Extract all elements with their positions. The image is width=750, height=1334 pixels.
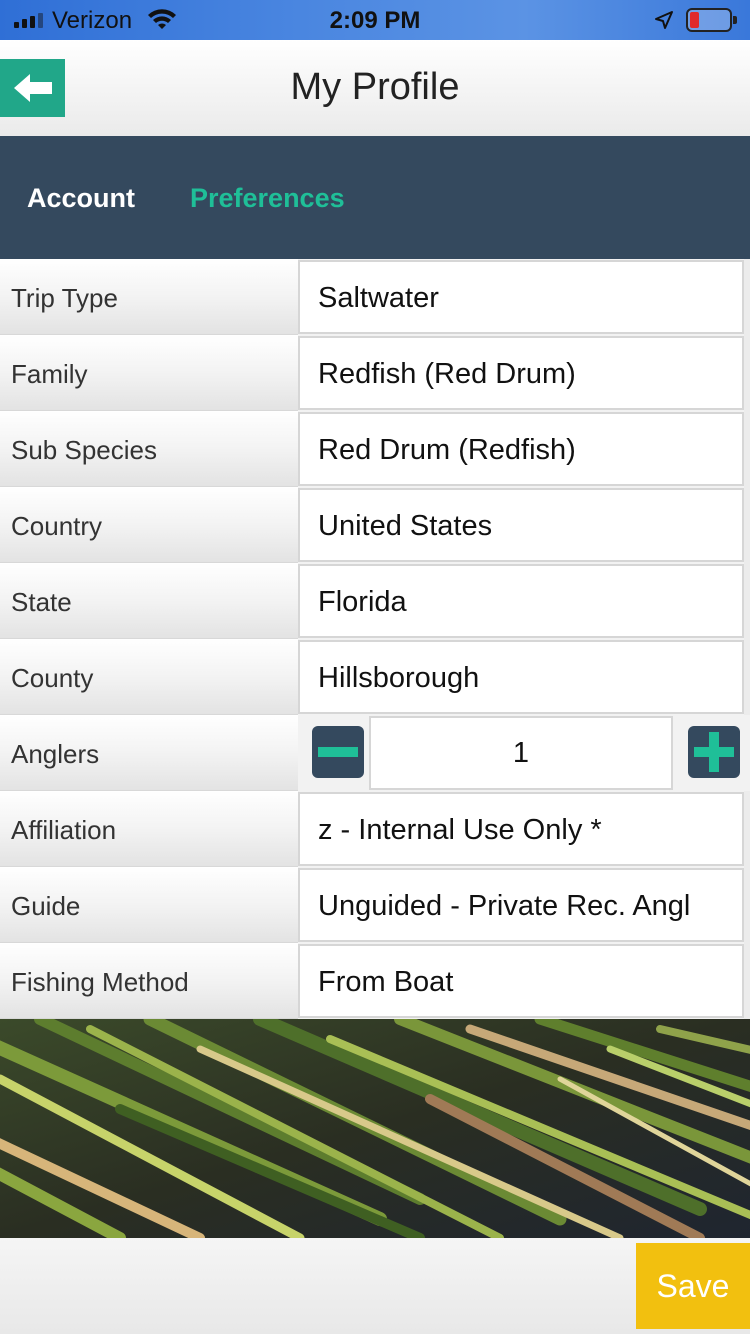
trip-type-value: Saltwater <box>318 282 439 314</box>
guide-value: Unguided - Private Rec. Angl <box>318 890 691 922</box>
form-row-anglers: Anglers 1 <box>0 715 750 791</box>
sub-species-label: Sub Species <box>11 435 157 465</box>
anglers-increment-button[interactable] <box>688 726 740 778</box>
page-title: My Profile <box>290 66 460 108</box>
guide-select[interactable]: Unguided - Private Rec. Angl <box>298 868 744 942</box>
tab-account[interactable]: Account <box>27 183 135 214</box>
anglers-count-field[interactable]: 1 <box>369 716 673 790</box>
form-row-fishing-method: Fishing Method From Boat <box>0 943 750 1019</box>
location-arrow-icon <box>655 11 673 29</box>
header-bar: My Profile <box>0 40 750 136</box>
fishing-method-label: Fishing Method <box>11 967 189 997</box>
form-row-country: Country United States <box>0 487 750 563</box>
county-label: County <box>11 663 94 693</box>
footer-bar: Save <box>0 1238 750 1334</box>
sub-species-value: Red Drum (Redfish) <box>318 434 576 466</box>
sub-species-select[interactable]: Red Drum (Redfish) <box>298 412 744 486</box>
trip-type-label: Trip Type <box>11 283 118 313</box>
fishing-method-value: From Boat <box>318 966 454 998</box>
form-row-state: State Florida <box>0 563 750 639</box>
family-value: Redfish (Red Drum) <box>318 358 576 390</box>
fishing-method-select[interactable]: From Boat <box>298 944 744 1018</box>
trip-type-select[interactable]: Saltwater <box>298 260 744 334</box>
anglers-label: Anglers <box>11 739 100 769</box>
form-row-trip-type: Trip Type Saltwater <box>0 259 750 335</box>
form-row-sub-species: Sub Species Red Drum (Redfish) <box>0 411 750 487</box>
country-value: United States <box>318 510 493 542</box>
county-select[interactable]: Hillsborough <box>298 640 744 714</box>
affiliation-label: Affiliation <box>11 815 117 845</box>
clock: 2:09 PM <box>329 7 421 34</box>
tab-preferences[interactable]: Preferences <box>190 183 345 214</box>
tab-bar: Account Preferences <box>0 136 750 259</box>
country-select[interactable]: United States <box>298 488 744 562</box>
family-label: Family <box>11 359 88 389</box>
minus-icon <box>318 747 358 757</box>
seagrass-background-image <box>0 1019 750 1238</box>
form-row-county: County Hillsborough <box>0 639 750 715</box>
family-select[interactable]: Redfish (Red Drum) <box>298 336 744 410</box>
guide-label: Guide <box>11 891 81 921</box>
anglers-decrement-button[interactable] <box>312 726 364 778</box>
battery-icon <box>686 8 737 32</box>
state-select[interactable]: Florida <box>298 564 744 638</box>
state-label: State <box>11 587 72 617</box>
status-bar: Verizon 2:09 PM <box>0 0 750 40</box>
form-row-family: Family Redfish (Red Drum) <box>0 335 750 411</box>
country-label: Country <box>11 511 103 541</box>
form-row-guide: Guide Unguided - Private Rec. Angl <box>0 867 750 943</box>
affiliation-value: z - Internal Use Only * <box>318 814 602 846</box>
affiliation-select[interactable]: z - Internal Use Only * <box>298 792 744 866</box>
preferences-form: Trip Type Saltwater Family Redfish (Red … <box>0 259 750 1019</box>
form-row-affiliation: Affiliation z - Internal Use Only * <box>0 791 750 867</box>
county-value: Hillsborough <box>318 662 480 694</box>
save-button[interactable]: Save <box>636 1243 750 1329</box>
state-value: Florida <box>318 586 407 618</box>
